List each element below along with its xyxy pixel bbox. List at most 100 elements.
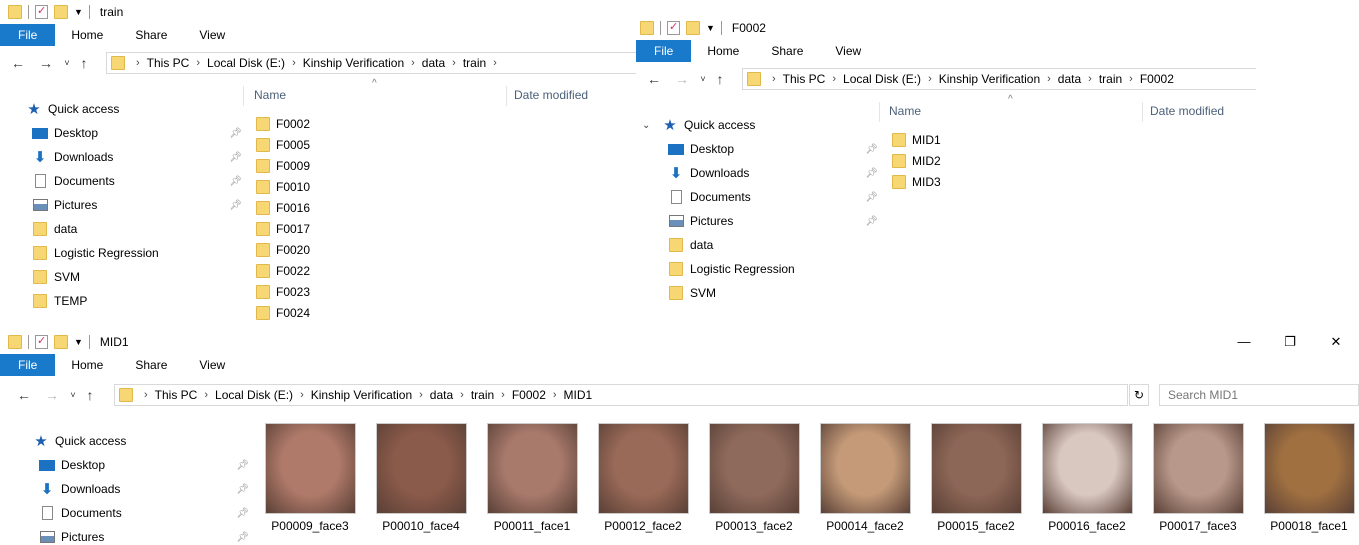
sidebar-item-temp[interactable]: TEMP (32, 290, 242, 312)
sidebar-item-pictures[interactable]: Pictures 📌︎ (668, 210, 878, 232)
pin-icon[interactable]: 📌︎ (236, 532, 249, 543)
breadcrumb-item[interactable]: train (1099, 72, 1122, 86)
sidebar-item-svm[interactable]: SVM (668, 282, 878, 304)
sidebar-item-downloads[interactable]: ⬇ Downloads 📌︎ (39, 478, 249, 500)
tab-view[interactable]: View (183, 354, 241, 376)
breadcrumb-item[interactable]: F0002 (1140, 72, 1174, 86)
list-item[interactable]: F0020 (256, 239, 310, 260)
folder-icon[interactable] (8, 5, 22, 19)
column-header-name[interactable]: Name (889, 104, 921, 118)
breadcrumb-item[interactable]: Local Disk (E:) (843, 72, 921, 86)
pin-icon[interactable]: 📌︎ (229, 152, 242, 163)
up-arrow-icon[interactable]: ↑ (80, 387, 100, 403)
new-folder-icon[interactable] (54, 5, 68, 19)
sidebar-item-desktop[interactable]: Desktop 📌︎ (32, 122, 242, 144)
sidebar-item-desktop[interactable]: Desktop 📌︎ (39, 454, 249, 476)
chevron-down-icon[interactable]: ▼ (74, 7, 83, 17)
chevron-down-icon[interactable]: ▼ (74, 337, 83, 347)
tab-file[interactable]: File (636, 40, 692, 62)
image-thumbnail[interactable]: P00012_face2 (588, 423, 698, 533)
sidebar-item-data[interactable]: data (32, 218, 242, 240)
tab-home[interactable]: Home (55, 354, 119, 376)
recent-locations-icon[interactable]: ˅ (696, 74, 710, 84)
image-thumbnail[interactable]: P00010_face4 (366, 423, 476, 533)
sidebar-item-svm[interactable]: SVM (32, 266, 242, 288)
list-item[interactable]: F0010 (256, 176, 310, 197)
pin-icon[interactable]: 📌︎ (865, 192, 878, 203)
sidebar-item-documents[interactable]: Documents 📌︎ (39, 502, 249, 524)
breadcrumb-item[interactable]: Local Disk (E:) (215, 388, 293, 402)
image-thumbnail[interactable]: P00014_face2 (810, 423, 920, 533)
back-arrow-icon[interactable]: ← (14, 387, 34, 403)
tab-share[interactable]: Share (119, 24, 183, 46)
list-item[interactable]: MID2 (892, 150, 941, 171)
chevron-down-icon[interactable]: ▼ (706, 23, 715, 33)
forward-arrow-icon[interactable]: → (672, 71, 692, 87)
breadcrumb-item[interactable]: Local Disk (E:) (207, 56, 285, 70)
column-separator[interactable] (506, 86, 507, 106)
breadcrumb-item[interactable]: train (471, 388, 494, 402)
sidebar-item-pictures[interactable]: Pictures 📌︎ (32, 194, 242, 216)
properties-icon[interactable] (667, 20, 680, 35)
tab-file[interactable]: File (0, 354, 56, 376)
properties-icon[interactable] (35, 4, 48, 19)
pin-icon[interactable]: 📌︎ (229, 176, 242, 187)
refresh-icon[interactable]: ↻ (1129, 384, 1149, 406)
pin-icon[interactable]: 📌︎ (236, 484, 249, 495)
back-arrow-icon[interactable]: ← (8, 55, 28, 71)
folder-icon[interactable] (8, 335, 22, 349)
list-item[interactable]: MID1 (892, 129, 941, 150)
pin-icon[interactable]: 📌︎ (236, 460, 249, 471)
tab-view[interactable]: View (183, 24, 241, 46)
list-item[interactable]: F0002 (256, 113, 310, 134)
tab-view[interactable]: View (819, 40, 877, 62)
breadcrumb-item[interactable]: Kinship Verification (939, 72, 1040, 86)
properties-icon[interactable] (35, 334, 48, 349)
address-bar[interactable]: › This PC › Local Disk (E:) › Kinship Ve… (742, 68, 1256, 90)
image-thumbnail[interactable]: P00011_face1 (477, 423, 587, 533)
pin-icon[interactable]: 📌︎ (865, 216, 878, 227)
tab-share[interactable]: Share (119, 354, 183, 376)
image-thumbnail[interactable]: P00015_face2 (921, 423, 1031, 533)
image-thumbnail[interactable]: P00009_face3 (255, 423, 365, 533)
recent-locations-icon[interactable]: ˅ (60, 58, 74, 68)
sidebar-item-quick-access[interactable]: ★ Quick access (33, 430, 243, 452)
pin-icon[interactable]: 📌︎ (229, 128, 242, 139)
up-arrow-icon[interactable]: ↑ (74, 55, 94, 71)
list-item[interactable]: F0022 (256, 260, 310, 281)
breadcrumb-item[interactable]: This PC (147, 56, 190, 70)
breadcrumb-item[interactable]: data (422, 56, 445, 70)
new-folder-icon[interactable] (54, 335, 68, 349)
sidebar-item-pictures[interactable]: Pictures 📌︎ (39, 526, 249, 545)
search-input[interactable]: Search MID1 (1159, 384, 1359, 406)
column-header-date-modified[interactable]: Date modified (1150, 104, 1224, 118)
sidebar-item-desktop[interactable]: Desktop 📌︎ (668, 138, 878, 160)
image-thumbnail[interactable]: P00016_face2 (1032, 423, 1142, 533)
image-thumbnail[interactable]: P00018_face1 (1254, 423, 1359, 533)
recent-locations-icon[interactable]: ˅ (66, 390, 80, 400)
new-folder-icon[interactable] (686, 21, 700, 35)
tab-file[interactable]: File (0, 24, 56, 46)
pin-icon[interactable]: 📌︎ (236, 508, 249, 519)
sidebar-item-quick-access[interactable]: ★ Quick access (26, 98, 236, 120)
sidebar-item-quick-access[interactable]: ★ Quick access (662, 114, 872, 136)
column-separator[interactable] (1142, 102, 1143, 122)
address-bar[interactable]: › This PC › Local Disk (E:) › Kinship Ve… (106, 52, 640, 74)
forward-arrow-icon[interactable]: → (42, 387, 62, 403)
close-icon[interactable]: ✕ (1313, 330, 1359, 354)
forward-arrow-icon[interactable]: → (36, 55, 56, 71)
image-thumbnail[interactable]: P00013_face2 (699, 423, 809, 533)
restore-icon[interactable]: ❐ (1267, 330, 1313, 354)
breadcrumb-item[interactable]: train (463, 56, 486, 70)
breadcrumb-item[interactable]: Kinship Verification (311, 388, 412, 402)
column-header-name[interactable]: Name (254, 88, 286, 102)
list-item[interactable]: F0005 (256, 134, 310, 155)
chevron-down-icon[interactable]: ⌄ (642, 120, 650, 131)
minimize-icon[interactable]: — (1221, 330, 1267, 354)
list-item[interactable]: F0023 (256, 281, 310, 302)
column-header-date-modified[interactable]: Date modified (514, 88, 588, 102)
pin-icon[interactable]: 📌︎ (229, 200, 242, 211)
up-arrow-icon[interactable]: ↑ (710, 71, 730, 87)
folder-icon[interactable] (640, 21, 654, 35)
address-bar[interactable]: › This PC › Local Disk (E:) › Kinship Ve… (114, 384, 1128, 406)
